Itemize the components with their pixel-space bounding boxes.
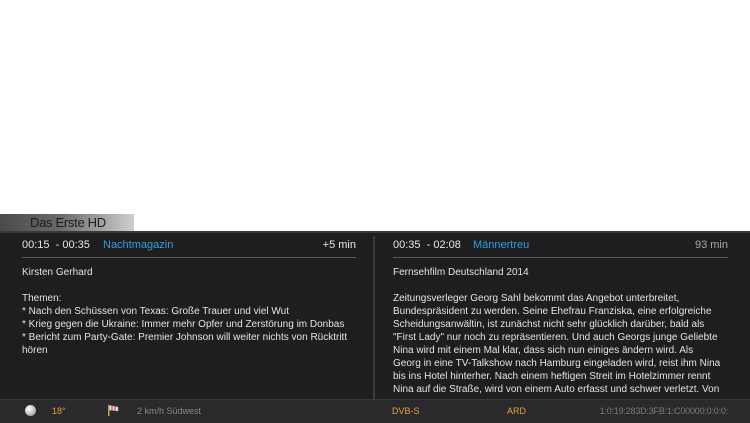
description-line: bis ins Hotel hinterher. Nach einem heft… — [393, 371, 711, 382]
description-line: Zeitungsverleger Georg Sahl bekommt das … — [393, 293, 680, 304]
description-gap — [22, 279, 358, 292]
current-event-title: Nachtmagazin — [103, 239, 174, 251]
next-event-description: Fernsehfilm Deutschland 2014 Zeitungsver… — [393, 266, 728, 403]
current-event-remaining: +5 min — [322, 239, 356, 251]
description-line: Bundespräsident zu werden. Seine Ehefrau… — [393, 306, 712, 317]
description-gap — [393, 279, 728, 292]
description-line: Themen: — [22, 293, 62, 304]
channel-name: Das Erste HD — [30, 215, 106, 230]
description-line: hören — [22, 345, 48, 356]
description-line: * Nach den Schüssen von Texas: Große Tra… — [22, 306, 289, 317]
description-line: * Krieg gegen die Ukraine: Immer mehr Op… — [22, 319, 345, 330]
wind-icon — [106, 403, 120, 417]
next-event-panel: 00:35 - 02:08 Männertreu 93 min Fernsehf… — [376, 233, 750, 403]
moon-icon — [25, 405, 36, 416]
current-event-panel: 00:15 - 00:35 Nachtmagazin +5 min Kirste… — [0, 233, 372, 403]
service-reference: 1:0:19:283D:3FB:1:C00000:0:0:0: — [599, 406, 729, 416]
wind-info: 2 km/h Südwest — [137, 406, 202, 416]
next-event-header: 00:35 - 02:08 Männertreu 93 min — [393, 233, 728, 258]
description-line: Nina auf die Straße, wird von einem Auto… — [393, 384, 720, 395]
provider-name: ARD — [507, 406, 527, 416]
tuner-type: DVB-S — [392, 406, 420, 416]
description-line: Nina wird mit einem Mal klar, dass sich … — [393, 345, 694, 356]
current-event-time: 00:15 - 00:35 — [22, 239, 90, 251]
current-event-header: 00:15 - 00:35 Nachtmagazin +5 min — [22, 233, 356, 258]
temperature: 18° — [52, 406, 66, 416]
channel-tab: Das Erste HD — [0, 214, 134, 232]
description-line: Scheidungsanwältin, ist zunächst nicht s… — [393, 319, 705, 330]
description-line: Fernsehfilm Deutschland 2014 — [393, 267, 529, 278]
description-line: * Bericht zum Party-Gate: Premier Johnso… — [22, 332, 348, 343]
epg-infobar: 00:15 - 00:35 Nachtmagazin +5 min Kirste… — [0, 231, 750, 422]
description-line: Georg in eine TV-Talkshow nach Hamburg e… — [393, 358, 721, 369]
status-bar: 18° 2 km/h Südwest DVB-S ARD 1:0:19:283D… — [0, 399, 750, 423]
description-line: Kirsten Gerhard — [22, 267, 93, 278]
next-event-title: Männertreu — [473, 239, 530, 251]
panel-divider — [373, 236, 375, 402]
next-event-duration: 93 min — [694, 239, 728, 251]
current-event-description: Kirsten Gerhard Themen: * Nach den Schüs… — [22, 266, 358, 403]
description-line: "First Lady" nur noch zu repräsentieren.… — [393, 332, 718, 343]
next-event-time: 00:35 - 02:08 — [393, 239, 461, 251]
